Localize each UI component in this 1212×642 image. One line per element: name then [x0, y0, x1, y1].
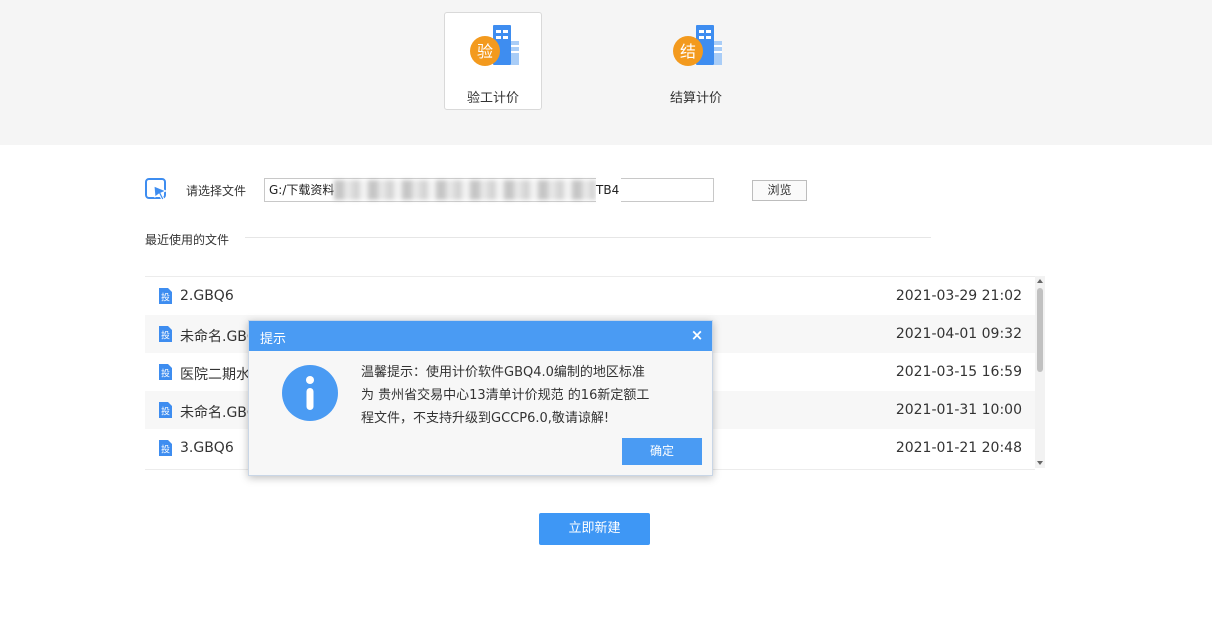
recent-files-title: 最近使用的文件 — [145, 233, 230, 247]
file-date: 2021-03-29 21:02 — [895, 288, 1022, 304]
file-name: 未命名.GBQ — [180, 329, 258, 345]
list-item[interactable]: 投 2.GBQ6 2021-03-29 21:02 — [145, 277, 1035, 315]
file-name: 医院二期水 — [180, 367, 250, 383]
dialog-header: 提示 × — [249, 321, 712, 351]
file-name: 3.GBQ6 — [180, 440, 234, 456]
scroll-up-icon[interactable] — [1037, 279, 1043, 283]
mode-selector-band: 验 验工计价 结 结算计价 — [0, 0, 1212, 145]
mode-label: 结算计价 — [669, 91, 722, 106]
mode-card-settlement[interactable]: 结 结算计价 — [647, 12, 745, 110]
info-icon — [282, 365, 338, 421]
settlement-pricing-icon: 结 — [673, 25, 722, 66]
divider — [245, 237, 931, 238]
dialog-title: 提示 — [260, 332, 287, 347]
svg-text:验: 验 — [477, 42, 493, 61]
redacted-path-segment — [334, 180, 596, 200]
browse-button[interactable]: 浏览 — [752, 180, 807, 201]
file-date: 2021-01-31 10:00 — [895, 402, 1022, 418]
create-new-button[interactable]: 立即新建 — [539, 513, 650, 545]
bid-file-icon: 投 — [159, 402, 172, 418]
confirm-button[interactable]: 确定 — [622, 438, 702, 465]
file-path-suffix: TB4 — [596, 178, 622, 202]
svg-text:投: 投 — [161, 444, 170, 456]
dialog-message: 温馨提示：使用计价软件GBQ4.0编制的地区标准 为 贵州省交易中心13清单计价… — [361, 361, 691, 430]
select-file-label: 请选择文件 — [186, 184, 247, 198]
message-line: 温馨提示：使用计价软件GBQ4.0编制的地区标准 — [361, 365, 645, 380]
bid-file-icon: 投 — [159, 440, 172, 456]
file-date: 2021-01-21 20:48 — [895, 440, 1022, 456]
list-scrollbar[interactable] — [1035, 276, 1045, 468]
svg-text:投: 投 — [161, 368, 170, 380]
message-line: 程文件，不支持升级到GCCP6.0,敬请谅解! — [361, 411, 610, 426]
file-date: 2021-03-15 16:59 — [895, 364, 1022, 380]
mode-card-acceptance[interactable]: 验 验工计价 — [444, 12, 542, 110]
close-icon[interactable]: × — [690, 326, 704, 344]
file-name: 2.GBQ6 — [180, 288, 234, 304]
file-name: 未命名.GBQ — [180, 405, 258, 421]
mode-label: 验工计价 — [466, 91, 519, 106]
scroll-thumb[interactable] — [1037, 288, 1043, 372]
message-line: 为 贵州省交易中心13清单计价规范 的16新定额工 — [361, 388, 650, 403]
acceptance-pricing-icon: 验 — [470, 25, 519, 66]
svg-text:结: 结 — [680, 42, 696, 61]
svg-text:投: 投 — [161, 406, 170, 418]
svg-text:投: 投 — [161, 292, 170, 304]
scroll-down-icon[interactable] — [1037, 461, 1043, 465]
bid-file-icon: 投 — [159, 364, 172, 380]
file-date: 2021-04-01 09:32 — [895, 326, 1022, 342]
svg-text:投: 投 — [161, 330, 170, 342]
cursor-select-icon — [145, 178, 168, 201]
notice-dialog: 提示 × 温馨提示：使用计价软件GBQ4.0编制的地区标准 为 贵州省交易中心1… — [248, 320, 713, 476]
bid-file-icon: 投 — [159, 288, 172, 304]
bid-file-icon: 投 — [159, 326, 172, 342]
